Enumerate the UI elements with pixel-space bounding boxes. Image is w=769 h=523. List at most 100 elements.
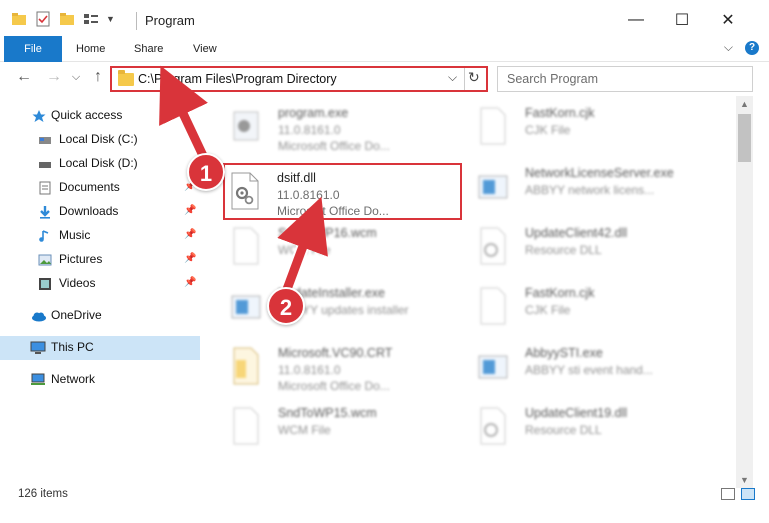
help-icon[interactable]: ? xyxy=(745,40,759,55)
tab-file[interactable]: File xyxy=(4,36,62,62)
drive-icon xyxy=(38,133,52,147)
file-item[interactable]: UpdateInstaller.exe ABBYY updates instal… xyxy=(230,282,465,338)
file-item[interactable]: UpdateClient19.dll Resource DLL xyxy=(477,402,712,458)
close-button[interactable]: ✕ xyxy=(705,0,751,40)
folder-file-icon xyxy=(230,346,262,386)
pin-icon[interactable]: 📌 xyxy=(184,229,196,240)
search-input[interactable]: Search Program xyxy=(497,66,753,92)
callout-badge-1: 1 xyxy=(187,153,225,191)
address-bar[interactable]: C:\Program Files\Program Directory ⌵ ↻ xyxy=(110,66,488,92)
file-item-dsitf[interactable]: dsitf.dll 11.0.8161.0 Microsoft Office D… xyxy=(229,167,464,223)
navigation-pane: Quick access Local Disk (C:) Local Disk … xyxy=(0,100,200,480)
file-type: Resource DLL xyxy=(525,243,602,257)
properties-icon[interactable] xyxy=(34,10,52,28)
address-path[interactable]: C:\Program Files\Program Directory xyxy=(138,72,337,86)
scroll-thumb[interactable] xyxy=(738,114,751,162)
blank-file-icon xyxy=(477,286,509,326)
sidebar-item-label: Videos xyxy=(59,276,96,290)
file-name: FastKorn.cjk xyxy=(525,286,595,300)
download-icon xyxy=(38,205,52,219)
quick-access-toolbar: ▼ xyxy=(10,10,115,28)
scroll-up-icon[interactable]: ▲ xyxy=(740,99,749,109)
sidebar-item-this-pc[interactable]: This PC xyxy=(0,336,200,360)
file-name: SndToWP15.wcm xyxy=(278,406,377,420)
sidebar-item-local-disk-c[interactable]: Local Disk (C:) xyxy=(0,128,200,152)
up-button[interactable]: ↑ xyxy=(88,68,108,86)
customize-qat-icon[interactable]: ▼ xyxy=(106,14,115,24)
pictures-icon xyxy=(38,253,52,267)
file-item[interactable]: UpdateClient42.dll Resource DLL xyxy=(477,222,712,278)
file-name: dsitf.dll xyxy=(277,171,316,185)
file-item[interactable]: SndToWP16.wcm WCM File xyxy=(230,222,465,278)
sidebar-item-onedrive[interactable]: OneDrive xyxy=(0,304,200,328)
refresh-button[interactable]: ↻ xyxy=(468,69,480,86)
tab-view[interactable]: View xyxy=(193,36,217,62)
file-name: SndToWP16.wcm xyxy=(278,226,377,240)
exe-icon xyxy=(477,346,509,386)
highlighted-file-item[interactable]: dsitf.dll 11.0.8161.0 Microsoft Office D… xyxy=(223,163,462,220)
dll-gear-icon xyxy=(477,226,509,266)
music-icon xyxy=(38,229,52,243)
folder-icon[interactable] xyxy=(10,10,28,28)
file-item[interactable]: AbbyySTI.exe ABBYY sti event hand... xyxy=(477,342,712,398)
file-item[interactable]: FastKorn.cjk CJK File xyxy=(477,102,712,158)
file-type: WCM File xyxy=(278,423,331,437)
callout-badge-2: 2 xyxy=(267,287,305,325)
file-type: CJK File xyxy=(525,303,571,317)
file-description: Microsoft Office Do... xyxy=(277,204,389,218)
pin-icon[interactable]: 📌 xyxy=(184,253,196,264)
exe-icon xyxy=(230,106,262,146)
sidebar-item-network[interactable]: Network xyxy=(0,368,200,392)
pin-icon[interactable]: 📌 xyxy=(184,277,196,288)
scroll-down-icon[interactable]: ▼ xyxy=(740,475,749,485)
network-icon xyxy=(30,373,45,387)
view-toggle-icon[interactable] xyxy=(82,10,100,28)
details-view-icon[interactable] xyxy=(721,488,735,500)
expand-ribbon-icon[interactable]: ⌵ xyxy=(724,40,733,55)
large-icons-view-icon[interactable] xyxy=(741,488,755,500)
sidebar-item-local-disk-d[interactable]: Local Disk (D:) xyxy=(0,152,200,176)
maximize-button[interactable]: ☐ xyxy=(659,0,705,40)
blank-file-icon xyxy=(230,226,262,266)
sidebar-item-label: Pictures xyxy=(59,252,103,266)
sidebar-item-pictures[interactable]: Pictures 📌 xyxy=(0,248,200,272)
file-type: Resource DLL xyxy=(525,423,602,437)
file-item[interactable]: NetworkLicenseServer.exe ABBYY network l… xyxy=(477,162,712,218)
address-dropdown-icon[interactable]: ⌵ xyxy=(448,70,457,85)
forward-button[interactable]: → xyxy=(44,68,64,86)
navigation-bar: ← → ⌵ ↑ C:\Program Files\Program Directo… xyxy=(0,62,769,96)
sidebar-item-downloads[interactable]: Downloads 📌 xyxy=(0,200,200,224)
ribbon: File Home Share View ⌵ ? xyxy=(0,36,769,62)
file-version: 11.0.8161.0 xyxy=(277,188,340,202)
sidebar-item-documents[interactable]: Documents 📌 xyxy=(0,176,200,200)
new-folder-icon[interactable] xyxy=(58,10,76,28)
file-name: AbbyySTI.exe xyxy=(525,346,603,360)
computer-icon xyxy=(30,341,46,355)
tab-home[interactable]: Home xyxy=(76,36,105,62)
sidebar-item-label: Music xyxy=(59,228,91,242)
file-item[interactable]: program.exe 11.0.8161.0 Microsoft Office… xyxy=(230,102,465,158)
star-icon xyxy=(32,109,46,123)
tab-share[interactable]: Share xyxy=(134,36,163,62)
recent-locations-button[interactable]: ⌵ xyxy=(66,71,86,84)
sidebar-item-label: Network xyxy=(51,372,96,386)
address-divider xyxy=(464,68,465,90)
sidebar-item-quick-access[interactable]: Quick access xyxy=(0,104,200,128)
sidebar-item-label: Documents xyxy=(59,180,120,194)
minimize-button[interactable]: — xyxy=(613,0,659,40)
file-version: 11.0.8161.0 xyxy=(278,123,341,137)
sidebar-item-label: Quick access xyxy=(51,108,123,122)
vertical-scrollbar[interactable]: ▲ ▼ xyxy=(736,96,753,488)
pin-icon[interactable]: 📌 xyxy=(184,205,196,216)
back-button[interactable]: ← xyxy=(14,68,34,86)
dll-gear-icon xyxy=(477,406,509,446)
file-description: ABBYY network licens... xyxy=(525,183,655,197)
blank-file-icon xyxy=(230,406,262,446)
sidebar-item-videos[interactable]: Videos 📌 xyxy=(0,272,200,296)
file-item[interactable]: SndToWP15.wcm WCM File xyxy=(230,402,465,458)
sidebar-item-music[interactable]: Music 📌 xyxy=(0,224,200,248)
file-item[interactable]: FastKorn.cjk CJK File xyxy=(477,282,712,338)
file-item[interactable]: Microsoft.VC90.CRT 11.0.8161.0 Microsoft… xyxy=(230,342,465,398)
file-name: UpdateClient42.dll xyxy=(525,226,628,240)
file-description: ABBYY sti event hand... xyxy=(525,363,653,377)
